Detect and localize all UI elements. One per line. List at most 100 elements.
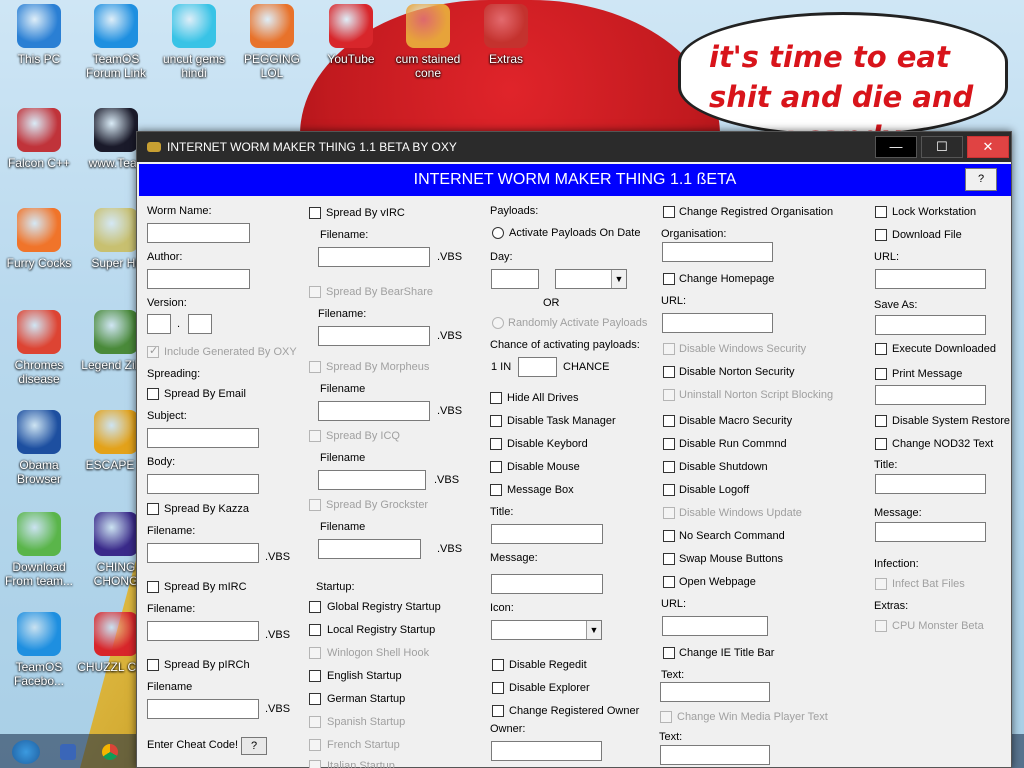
homepage-url-input[interactable] (662, 313, 773, 333)
msgbox-icon-select[interactable]: ▼ (491, 620, 602, 640)
version-minor-input[interactable] (188, 314, 212, 334)
local-registry-checkbox[interactable] (309, 624, 321, 636)
desktop-icon[interactable]: Furry Cocks (0, 208, 78, 270)
spread-kazza-checkbox[interactable] (147, 503, 159, 515)
spread-icq-checkbox[interactable] (309, 430, 321, 442)
open-webpage-checkbox[interactable] (663, 576, 675, 588)
cpu-monster-checkbox[interactable] (875, 620, 887, 632)
owner-input[interactable] (491, 741, 602, 761)
desktop-icon[interactable]: Download From team... (0, 512, 78, 588)
msgbox-title-input[interactable] (491, 524, 603, 544)
italian-startup-checkbox[interactable] (309, 760, 321, 768)
infect-bat-checkbox[interactable] (875, 578, 887, 590)
french-startup-checkbox[interactable] (309, 739, 321, 751)
grockster-filename-input[interactable] (318, 539, 421, 559)
include-generated-checkbox[interactable] (147, 344, 159, 358)
disable-logoff-checkbox[interactable] (663, 484, 675, 496)
desktop-icon[interactable]: This PC (0, 4, 78, 66)
lock-workstation-checkbox[interactable] (875, 206, 887, 218)
taskbar-app-icon[interactable] (60, 744, 76, 760)
virc-filename-input[interactable] (318, 247, 430, 267)
print-message-input[interactable] (875, 385, 986, 405)
icq-filename-input[interactable] (318, 470, 426, 490)
chrome-taskbar-icon[interactable] (102, 744, 118, 760)
spread-email-checkbox[interactable] (147, 388, 159, 400)
body-input[interactable] (147, 474, 259, 494)
webpage-url-input[interactable] (662, 616, 768, 636)
spread-virc-checkbox[interactable] (309, 207, 321, 219)
desktop-icon[interactable]: Chromes disease (0, 310, 78, 386)
author-input[interactable] (147, 269, 250, 289)
desktop-icon[interactable]: Obama Browser (0, 410, 78, 486)
disable-mouse-checkbox[interactable] (490, 461, 502, 473)
desktop-icon[interactable]: Falcon C++ (0, 108, 78, 170)
desktop-icon[interactable]: TeamOS Forum Link (77, 4, 155, 80)
disable-system-restore-checkbox[interactable] (875, 415, 887, 427)
winlogon-checkbox[interactable] (309, 647, 321, 659)
month-select[interactable]: ▼ (555, 269, 627, 289)
execute-downloaded-checkbox[interactable] (875, 343, 887, 355)
bearshare-filename-input[interactable] (318, 326, 430, 346)
disable-task-manager-checkbox[interactable] (490, 415, 502, 427)
randomly-activate-radio[interactable] (492, 317, 504, 329)
version-major-input[interactable] (147, 314, 171, 334)
disable-explorer-checkbox[interactable] (492, 682, 504, 694)
german-startup-checkbox[interactable] (309, 693, 321, 705)
download-file-checkbox[interactable] (875, 229, 887, 241)
spread-grockster-checkbox[interactable] (309, 499, 321, 511)
organisation-input[interactable] (662, 242, 773, 262)
minimize-button[interactable]: — (875, 136, 917, 158)
window-titlebar[interactable]: INTERNET WORM MAKER THING 1.1 BETA BY OX… (137, 132, 1011, 162)
pirch-filename-input[interactable] (147, 699, 259, 719)
print-message-checkbox[interactable] (875, 368, 887, 380)
day-input[interactable] (491, 269, 539, 289)
change-nod32-checkbox[interactable] (875, 438, 887, 450)
desktop-icon[interactable]: uncut gems hindi (155, 4, 233, 80)
help-button[interactable]: ? (965, 168, 997, 191)
desktop-icon[interactable]: YouTube (312, 4, 390, 66)
no-search-command-checkbox[interactable] (663, 530, 675, 542)
disable-windows-security-checkbox[interactable] (663, 343, 675, 355)
cheat-code-button[interactable]: ? (241, 737, 267, 755)
global-registry-checkbox[interactable] (309, 601, 321, 613)
spanish-startup-checkbox[interactable] (309, 716, 321, 728)
change-registered-org-checkbox[interactable] (663, 206, 675, 218)
disable-shutdown-checkbox[interactable] (663, 461, 675, 473)
kazza-filename-input[interactable] (147, 543, 259, 563)
desktop-icon[interactable]: TeamOS Facebo... (0, 612, 78, 688)
activate-on-date-radio[interactable] (492, 227, 504, 239)
spread-bearshare-checkbox[interactable] (309, 286, 321, 298)
mirc-filename-input[interactable] (147, 621, 259, 641)
subject-input[interactable] (147, 428, 259, 448)
nod32-title-input[interactable] (875, 474, 986, 494)
morpheus-filename-input[interactable] (318, 401, 430, 421)
save-as-input[interactable] (875, 315, 986, 335)
message-box-checkbox[interactable] (490, 484, 502, 496)
chance-input[interactable] (518, 357, 557, 377)
close-button[interactable]: ✕ (967, 136, 1009, 158)
disable-regedit-checkbox[interactable] (492, 659, 504, 671)
uninstall-norton-checkbox[interactable] (663, 389, 675, 401)
change-ie-title-checkbox[interactable] (663, 647, 675, 659)
disable-macro-security-checkbox[interactable] (663, 415, 675, 427)
msgbox-message-input[interactable] (491, 574, 603, 594)
download-url-input[interactable] (875, 269, 986, 289)
change-registered-owner-checkbox[interactable] (492, 705, 504, 717)
desktop-icon[interactable]: cum stained cone (389, 4, 467, 80)
spread-pirch-checkbox[interactable] (147, 659, 159, 671)
ie-text-input[interactable] (660, 682, 770, 702)
worm-name-input[interactable] (147, 223, 250, 243)
disable-windows-update-checkbox[interactable] (663, 507, 675, 519)
desktop-icon[interactable]: Extras (467, 4, 545, 66)
spread-mirc-checkbox[interactable] (147, 581, 159, 593)
desktop-icon[interactable]: PEGGING LOL (233, 4, 311, 80)
spread-morpheus-checkbox[interactable] (309, 361, 321, 373)
disable-keyboard-checkbox[interactable] (490, 438, 502, 450)
start-button[interactable] (12, 740, 40, 764)
disable-norton-security-checkbox[interactable] (663, 366, 675, 378)
wmp-text-input[interactable] (660, 745, 770, 765)
swap-mouse-checkbox[interactable] (663, 553, 675, 565)
hide-drives-checkbox[interactable] (490, 392, 502, 404)
maximize-button[interactable]: ☐ (921, 136, 963, 158)
disable-run-command-checkbox[interactable] (663, 438, 675, 450)
